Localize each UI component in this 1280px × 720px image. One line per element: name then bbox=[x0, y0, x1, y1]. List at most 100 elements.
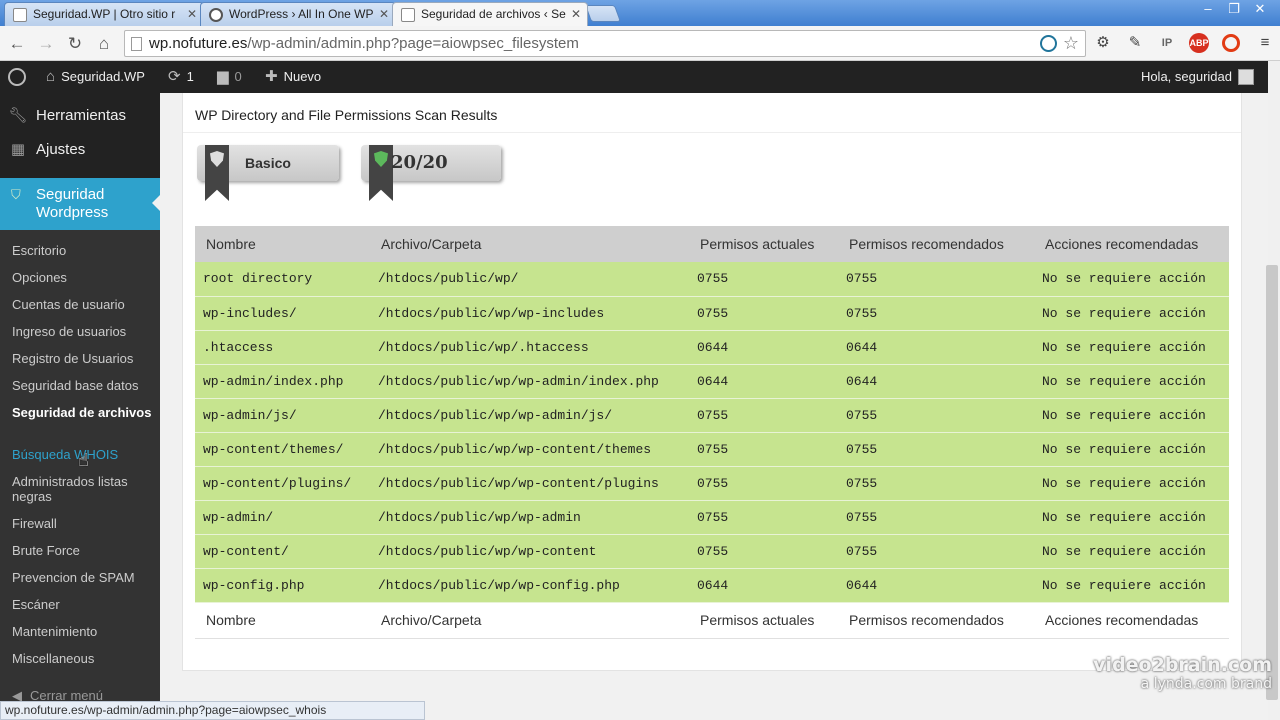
badge-level: Basico bbox=[245, 155, 291, 171]
table-cell: /htdocs/public/wp/wp-content/plugins bbox=[370, 466, 689, 501]
table-cell: No se requiere acción bbox=[1034, 296, 1229, 331]
menu-label: Herramientas bbox=[36, 106, 127, 124]
close-icon[interactable]: ✕ bbox=[571, 3, 581, 25]
bookmark-star-icon[interactable]: ☆ bbox=[1063, 31, 1079, 56]
extension-icon[interactable]: ✎ bbox=[1124, 32, 1146, 54]
level-badge: Basico bbox=[197, 145, 339, 201]
browser-tab-2[interactable]: WordPress › All In One WP ✕ bbox=[200, 2, 396, 26]
table-cell: No se requiere acción bbox=[1034, 534, 1229, 569]
hand-cursor-icon: ☝ bbox=[78, 450, 89, 470]
url-path: /wp-admin/admin.php?page=aiowpsec_filesy… bbox=[247, 35, 579, 52]
table-cell: 0755 bbox=[838, 466, 1034, 501]
submenu-item-brute-force[interactable]: Brute Force bbox=[12, 543, 152, 558]
security-submenu: Escritorio Opciones Cuentas de usuario I… bbox=[0, 230, 160, 720]
column-footer: Permisos recomendados bbox=[838, 601, 1034, 639]
ip-extension-icon[interactable]: IP bbox=[1156, 32, 1178, 54]
menu-label: Seguridad Wordpress bbox=[36, 186, 109, 221]
minimize-icon[interactable]: – bbox=[1196, 0, 1220, 18]
comments-link[interactable]: ▆ 0 bbox=[217, 61, 242, 93]
wordpress-icon[interactable] bbox=[1040, 35, 1057, 52]
forward-icon[interactable]: → bbox=[35, 33, 57, 55]
comments-count: 0 bbox=[234, 69, 242, 84]
browser-tab-3[interactable]: Seguridad de archivos ‹ Se ✕ bbox=[392, 2, 588, 26]
updates-icon: ⟳ bbox=[168, 68, 181, 85]
column-footer: Nombre bbox=[195, 601, 370, 639]
table-cell: wp-content/ bbox=[195, 534, 370, 569]
table-cell: 0755 bbox=[689, 534, 838, 569]
browser-tab-1[interactable]: Seguridad.WP | Otro sitio r ✕ bbox=[4, 2, 204, 26]
page-icon bbox=[131, 37, 142, 51]
table-header-row: Nombre Archivo/Carpeta Permisos actuales… bbox=[195, 226, 1229, 262]
table-cell: wp-content/themes/ bbox=[195, 432, 370, 467]
table-cell: 0755 bbox=[838, 500, 1034, 535]
table-cell: /htdocs/public/wp/.htaccess bbox=[370, 330, 689, 365]
table-row: root directory/htdocs/public/wp/0755 0755… bbox=[195, 262, 1229, 297]
table-row: wp-admin//htdocs/public/wp/wp-admin 0755 0… bbox=[195, 500, 1229, 535]
box-title: WP Directory and File Permissions Scan R… bbox=[183, 93, 1241, 133]
my-account-link[interactable]: Hola, seguridad bbox=[1141, 61, 1254, 93]
active-arrow bbox=[152, 195, 160, 211]
submenu-item-listas-negras[interactable]: Administrados listas negras bbox=[12, 474, 152, 504]
table-cell: 0755 bbox=[838, 262, 1034, 297]
column-header: Permisos recomendados bbox=[838, 226, 1034, 262]
restore-icon[interactable]: ❐ bbox=[1222, 0, 1246, 18]
new-tab-button[interactable] bbox=[584, 5, 622, 22]
submenu-item-escritorio[interactable]: Escritorio bbox=[12, 243, 152, 258]
updates-link[interactable]: ⟳ 1 bbox=[168, 61, 194, 93]
submenu-item-mantenimiento[interactable]: Mantenimiento bbox=[12, 624, 152, 639]
page-favicon-icon bbox=[13, 8, 27, 22]
watermark-line2: a lynda.com brand bbox=[1140, 676, 1272, 692]
column-header: Archivo/Carpeta bbox=[370, 226, 689, 262]
submenu-item-escaner[interactable]: Escáner bbox=[12, 597, 152, 612]
submenu-item-ingreso[interactable]: Ingreso de usuarios bbox=[12, 324, 152, 339]
table-cell: wp-admin/ bbox=[195, 500, 370, 535]
table-cell: wp-includes/ bbox=[195, 296, 370, 331]
address-bar[interactable]: wp.nofuture.es/wp-admin/admin.php?page=a… bbox=[124, 30, 1086, 57]
submenu-item-spam[interactable]: Prevencion de SPAM bbox=[12, 570, 152, 585]
menu-security-active[interactable]: ⛉ Seguridad Wordpress bbox=[0, 178, 160, 230]
wordpress-favicon-icon bbox=[209, 8, 223, 22]
submenu-item-opciones[interactable]: Opciones bbox=[12, 270, 152, 285]
settings-gear-icon[interactable]: ⚙ bbox=[1092, 32, 1114, 54]
new-content-link[interactable]: ✚ Nuevo bbox=[265, 61, 321, 93]
wrench-icon: 🔧︎ bbox=[8, 107, 28, 124]
menu-settings[interactable]: ▦ Ajustes bbox=[0, 132, 160, 166]
table-cell: 0644 bbox=[838, 330, 1034, 365]
home-icon[interactable]: ⌂ bbox=[93, 33, 115, 55]
table-row: wp-admin/index.php/htdocs/public/wp/wp-a… bbox=[195, 364, 1229, 399]
back-icon[interactable]: ← bbox=[6, 33, 28, 55]
column-footer: Acciones recomendadas bbox=[1034, 601, 1229, 639]
scrollbar-thumb[interactable] bbox=[1266, 265, 1278, 700]
updates-count: 1 bbox=[186, 69, 194, 84]
opera-icon[interactable] bbox=[1222, 34, 1240, 52]
submenu-item-firewall[interactable]: Firewall bbox=[12, 516, 152, 531]
submenu-item-base-datos[interactable]: Seguridad base datos bbox=[12, 378, 152, 393]
reload-icon[interactable]: ↻ bbox=[64, 33, 86, 55]
comment-icon: ▆ bbox=[217, 68, 229, 85]
adblock-icon[interactable]: ABP bbox=[1189, 33, 1209, 53]
submenu-item-miscellaneous[interactable]: Miscellaneous bbox=[12, 651, 152, 666]
submenu-item-cuentas[interactable]: Cuentas de usuario bbox=[12, 297, 152, 312]
column-footer: Permisos actuales bbox=[689, 601, 838, 639]
menu-tools[interactable]: 🔧︎ Herramientas bbox=[0, 98, 160, 132]
close-window-icon[interactable]: ✕ bbox=[1248, 0, 1272, 18]
submenu-item-archivos[interactable]: Seguridad de archivos bbox=[12, 405, 152, 420]
greeting: Hola, seguridad bbox=[1140, 69, 1232, 84]
table-cell: /htdocs/public/wp/wp-config.php bbox=[370, 568, 689, 603]
table-cell: wp-config.php bbox=[195, 568, 370, 603]
submenu-item-registro[interactable]: Registro de Usuarios bbox=[12, 351, 152, 366]
admin-sidebar: 🔧︎ Herramientas ▦ Ajustes ⛉ Seguridad Wo… bbox=[0, 93, 160, 720]
home-icon: ⌂ bbox=[46, 68, 56, 85]
table-cell: /htdocs/public/wp/ bbox=[370, 262, 689, 297]
shield-icon: ⛉ bbox=[11, 187, 21, 202]
table-row: wp-content/themes//htdocs/public/wp/wp-c… bbox=[195, 432, 1229, 467]
site-name-link[interactable]: ⌂ Seguridad.WP bbox=[46, 61, 145, 93]
column-header: Permisos actuales bbox=[689, 226, 838, 262]
close-icon[interactable]: ✕ bbox=[187, 3, 197, 25]
window-controls: – ❐ ✕ bbox=[1196, 0, 1272, 18]
table-cell: 0644 bbox=[689, 330, 838, 365]
wp-logo-menu[interactable] bbox=[8, 61, 26, 93]
close-icon[interactable]: ✕ bbox=[379, 3, 389, 25]
menu-icon[interactable]: ≡ bbox=[1254, 32, 1276, 54]
browser-status-bar: wp.nofuture.es/wp-admin/admin.php?page=a… bbox=[0, 701, 425, 720]
